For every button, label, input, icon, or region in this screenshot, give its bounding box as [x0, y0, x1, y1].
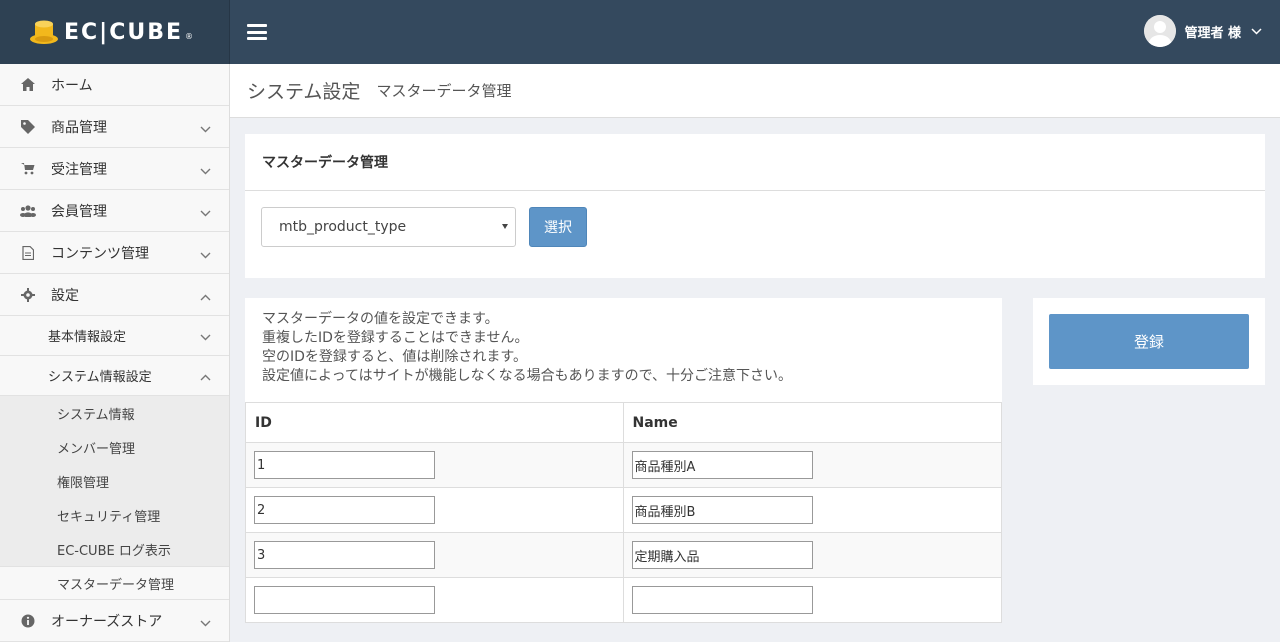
- name-input[interactable]: [631, 451, 813, 479]
- info-icon: [20, 613, 36, 629]
- action-card: 登録: [1033, 298, 1265, 385]
- logo[interactable]: EC|CUBE ®: [0, 0, 230, 64]
- table-row: [245, 442, 1002, 488]
- sidebar-item-member-management[interactable]: メンバー管理: [0, 430, 229, 464]
- description-line: 重複したIDを登録することはできません。: [262, 330, 529, 346]
- chevron-up-icon: [200, 289, 211, 305]
- top-header: EC|CUBE ® 管理者 様: [0, 0, 1280, 64]
- sidebar: ホーム 商品管理 受注管理 会員管理 コンテンツ管理 設定 基本情報設定 システ…: [0, 64, 230, 642]
- sidebar-item-label: 商品管理: [51, 119, 107, 136]
- sidebar-item-owner-store[interactable]: オーナーズストア: [0, 600, 229, 642]
- cart-icon: [20, 161, 36, 177]
- sidebar-item-label: オーナーズストア: [51, 613, 163, 630]
- name-input[interactable]: [631, 586, 813, 614]
- sidebar-item-label: システム情報設定: [48, 370, 152, 385]
- sidebar-item-masterdata[interactable]: マスターデータ管理: [0, 566, 229, 600]
- sidebar-item-label: 受注管理: [51, 161, 107, 178]
- page-header: システム設定 マスターデータ管理: [230, 64, 1280, 118]
- table-row: [245, 487, 1002, 533]
- column-header-name: Name: [622, 402, 1002, 443]
- description-line: 空のIDを登録すると、値は削除されます。: [262, 349, 527, 365]
- page-title: システム設定: [247, 81, 361, 103]
- sidebar-item-authority[interactable]: 権限管理: [0, 464, 229, 498]
- sidebar-item-system-settings[interactable]: システム情報設定: [0, 356, 229, 396]
- sidebar-item-system-info[interactable]: システム情報: [0, 396, 229, 430]
- users-icon: [20, 203, 36, 219]
- sidebar-item-basic-settings[interactable]: 基本情報設定: [0, 316, 229, 356]
- home-icon: [20, 77, 36, 93]
- table-row: [245, 532, 1002, 578]
- gear-icon: [20, 287, 36, 303]
- name-input[interactable]: [631, 541, 813, 569]
- cube-logo-icon: [28, 19, 60, 45]
- sidebar-item-contents[interactable]: コンテンツ管理: [0, 232, 229, 274]
- sidebar-item-products[interactable]: 商品管理: [0, 106, 229, 148]
- menu-toggle-icon[interactable]: [247, 24, 267, 40]
- table-row: [245, 577, 1002, 623]
- master-data-select-card: マスターデータ管理 mtb_product_type 選択: [245, 134, 1265, 278]
- sidebar-item-label: 基本情報設定: [48, 330, 127, 345]
- sidebar-item-label: 設定: [51, 287, 79, 304]
- logo-text: EC|CUBE: [64, 19, 184, 45]
- sidebar-item-label: ホーム: [51, 77, 93, 94]
- description: マスターデータの値を設定できます。 重複したIDを登録することはできません。 空…: [245, 298, 1002, 402]
- sidebar-item-home[interactable]: ホーム: [0, 64, 229, 106]
- chevron-down-icon: [200, 205, 211, 221]
- file-icon: [20, 245, 36, 261]
- column-header-id: ID: [245, 402, 624, 443]
- master-data-table: ID Name: [245, 402, 1002, 623]
- description-line: マスターデータの値を設定できます。: [262, 311, 499, 327]
- user-name: 管理者 様: [1184, 25, 1241, 41]
- sidebar-item-label: コンテンツ管理: [51, 245, 149, 262]
- id-input[interactable]: [254, 451, 435, 479]
- chevron-down-icon: [200, 247, 211, 263]
- sidebar-item-log[interactable]: EC-CUBE ログ表示: [0, 532, 229, 566]
- chevron-down-icon: [200, 615, 211, 631]
- chevron-down-icon: [200, 121, 211, 137]
- sidebar-item-members[interactable]: 会員管理: [0, 190, 229, 232]
- id-input[interactable]: [254, 586, 435, 614]
- chevron-down-icon: [200, 330, 211, 345]
- sidebar-item-orders[interactable]: 受注管理: [0, 148, 229, 190]
- register-button[interactable]: 登録: [1049, 314, 1249, 369]
- id-input[interactable]: [254, 496, 435, 524]
- name-input[interactable]: [631, 496, 813, 524]
- select-value: mtb_product_type: [279, 219, 407, 235]
- user-menu[interactable]: 管理者 様: [1144, 15, 1262, 47]
- description-line: 設定値によってはサイトが機能しなくなる場合もありますので、十分ご注意下さい。: [262, 368, 793, 384]
- master-table-select[interactable]: mtb_product_type: [261, 207, 516, 247]
- card-heading: マスターデータ管理: [245, 134, 1265, 191]
- chevron-up-icon: [200, 370, 211, 385]
- select-button[interactable]: 選択: [529, 207, 587, 247]
- chevron-down-icon: [1251, 23, 1262, 39]
- caret-down-icon: [502, 224, 508, 229]
- chevron-down-icon: [200, 163, 211, 179]
- sidebar-item-settings[interactable]: 設定: [0, 274, 229, 316]
- avatar: [1144, 15, 1177, 47]
- tag-icon: [20, 119, 36, 135]
- sidebar-item-label: 会員管理: [51, 203, 107, 220]
- sidebar-item-security[interactable]: セキュリティ管理: [0, 498, 229, 532]
- master-data-edit-card: マスターデータの値を設定できます。 重複したIDを登録することはできません。 空…: [245, 298, 1002, 623]
- id-input[interactable]: [254, 541, 435, 569]
- page-subtitle: マスターデータ管理: [376, 82, 512, 100]
- logo-registered-mark: ®: [185, 31, 194, 41]
